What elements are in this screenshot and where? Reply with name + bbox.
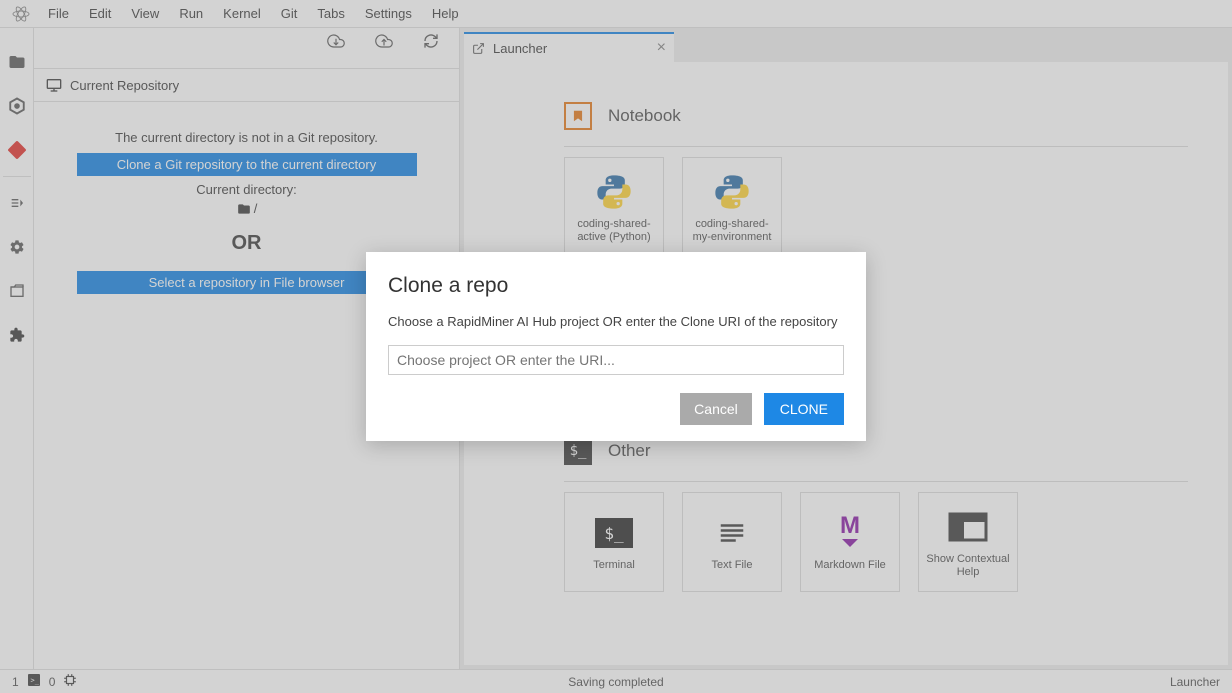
dialog-description: Choose a RapidMiner AI Hub project OR en… bbox=[388, 314, 844, 329]
dialog-title: Clone a repo bbox=[388, 274, 844, 298]
clone-button[interactable]: CLONE bbox=[764, 393, 844, 425]
cancel-button[interactable]: Cancel bbox=[680, 393, 752, 425]
modal-overlay: Clone a repo Choose a RapidMiner AI Hub … bbox=[0, 0, 1232, 693]
clone-dialog: Clone a repo Choose a RapidMiner AI Hub … bbox=[366, 252, 866, 441]
clone-uri-input[interactable] bbox=[388, 345, 844, 375]
